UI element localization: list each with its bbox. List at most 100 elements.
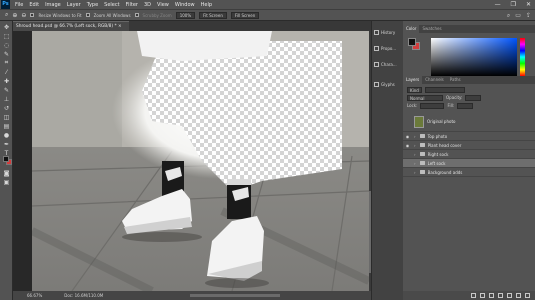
layers-tabs: Layers Channels Paths xyxy=(403,76,535,84)
tab-color[interactable]: Color xyxy=(403,25,420,33)
delete-layer-icon[interactable] xyxy=(525,293,530,298)
zoom-in-icon[interactable]: ⊕ xyxy=(12,12,17,19)
color-picker-field[interactable] xyxy=(431,38,517,76)
tab-channels[interactable]: Channels xyxy=(422,76,447,84)
layer-thumbnail xyxy=(414,115,424,128)
zoom-all-checkbox[interactable] xyxy=(85,13,90,17)
layer-name: Top photo xyxy=(427,133,448,139)
dock-properties[interactable]: Propo... xyxy=(374,41,402,55)
menu-item[interactable]: Filter xyxy=(126,2,138,8)
menu-item[interactable]: View xyxy=(157,2,169,8)
share-icon[interactable]: ⇪ xyxy=(526,12,531,20)
kind-filter-select[interactable]: Kind xyxy=(407,87,422,93)
color-panel-foreground[interactable] xyxy=(408,38,416,46)
layer-filter-icons[interactable] xyxy=(424,87,465,93)
tab-paths[interactable]: Paths xyxy=(447,76,464,84)
layers-footer xyxy=(403,291,535,300)
status-zoom[interactable]: 66.67% xyxy=(27,293,42,298)
new-layer-icon[interactable] xyxy=(516,293,521,298)
dodge-tool-icon[interactable]: ● xyxy=(2,131,11,139)
layer-row[interactable]: ◉ › Top photo xyxy=(403,132,535,141)
new-group-icon[interactable] xyxy=(507,293,512,298)
eyedropper-tool-icon[interactable]: ⁄ xyxy=(2,68,11,76)
resize-windows-label: Resize Windows to Fit xyxy=(38,12,82,18)
expand-caret-icon[interactable]: › xyxy=(414,152,416,157)
lock-label: Lock: xyxy=(407,103,418,108)
menu-item[interactable]: Edit xyxy=(29,2,39,8)
fill-screen-button[interactable]: Fill Screen xyxy=(230,11,260,19)
lasso-tool-icon[interactable]: ◌ xyxy=(2,41,11,49)
menu-item[interactable]: Window xyxy=(175,2,195,8)
opacity-field[interactable] xyxy=(465,95,482,101)
clone-stamp-tool-icon[interactable]: ⊥ xyxy=(2,95,11,103)
foreground-color-swatch[interactable] xyxy=(3,156,9,162)
minimize-button[interactable]: — xyxy=(495,1,501,8)
screen-mode-icon[interactable]: ▣ xyxy=(2,178,11,186)
layer-name: Background adds xyxy=(427,169,463,175)
layer-row[interactable]: ◉ › Plant head cover xyxy=(403,141,535,150)
tab-swatches[interactable]: Swatches xyxy=(419,25,444,33)
add-mask-icon[interactable] xyxy=(489,293,494,298)
dock-glyphs[interactable]: Glyphs xyxy=(374,77,402,91)
blend-mode-select[interactable]: Normal xyxy=(407,95,443,101)
zoom-100-button[interactable]: 100% xyxy=(175,11,196,19)
layer-name: Right sock xyxy=(427,151,449,157)
document-tab[interactable]: Shroud head.psd @ 66.7% (Left sock, RGB/… xyxy=(13,21,129,31)
move-tool-icon[interactable]: ✥ xyxy=(2,23,11,31)
menu-item[interactable]: 3D xyxy=(144,2,151,8)
visibility-eye-icon[interactable]: ◉ xyxy=(403,134,412,139)
history-icon xyxy=(374,29,379,35)
link-layers-icon[interactable] xyxy=(471,293,476,298)
layer-row[interactable]: › Background adds xyxy=(403,168,535,177)
layer-row[interactable]: › Right sock xyxy=(403,150,535,159)
horizontal-scroll-thumb[interactable] xyxy=(190,294,280,297)
dock-character[interactable]: Chara... xyxy=(374,57,402,71)
marquee-tool-icon[interactable]: ⬚ xyxy=(2,32,11,40)
menu-item[interactable]: Help xyxy=(201,2,212,8)
scrubby-zoom-checkbox[interactable] xyxy=(134,13,139,17)
visibility-eye-icon[interactable]: ◉ xyxy=(403,143,412,148)
pen-tool-icon[interactable]: ✒ xyxy=(2,140,11,148)
healing-tool-icon[interactable]: ✚ xyxy=(2,77,11,85)
hue-slider[interactable] xyxy=(520,38,525,76)
gradient-tool-icon[interactable]: ▤ xyxy=(2,122,11,130)
expand-caret-icon[interactable]: › xyxy=(414,170,416,175)
layer-name: Plant head cover xyxy=(427,142,462,148)
maximize-button[interactable]: ❐ xyxy=(511,1,516,8)
layer-row[interactable]: Original photo xyxy=(403,112,535,132)
menu-item[interactable]: Image xyxy=(45,2,61,8)
resize-windows-checkbox[interactable] xyxy=(30,13,35,17)
crop-tool-icon[interactable]: ⌗ xyxy=(2,59,11,67)
tab-layers[interactable]: Layers xyxy=(403,76,423,84)
search-icon[interactable]: ⌕ xyxy=(507,12,510,20)
close-button[interactable]: ✕ xyxy=(526,1,531,8)
menu-item[interactable]: Type xyxy=(87,2,98,8)
menu-item[interactable]: Select xyxy=(104,2,119,8)
zoom-out-icon[interactable]: ⊖ xyxy=(21,12,26,19)
tools-panel: ✥ ⬚ ◌ ✎ ⌗ ⁄ ✚ ✎ ⊥ ↺ ◫ ▤ ● ✒ T ◙ ▣ xyxy=(0,21,13,300)
lock-icons[interactable] xyxy=(420,103,445,109)
eraser-tool-icon[interactable]: ◫ xyxy=(2,113,11,121)
expand-caret-icon[interactable]: › xyxy=(414,143,416,148)
expand-caret-icon[interactable]: › xyxy=(414,134,416,139)
expand-caret-icon[interactable]: › xyxy=(414,161,416,166)
quick-select-tool-icon[interactable]: ✎ xyxy=(2,50,11,58)
dock-properties-label: Propo... xyxy=(381,45,397,51)
scrubby-zoom-label: Scrubby Zoom xyxy=(142,12,172,18)
adjustment-layer-icon[interactable] xyxy=(498,293,503,298)
brush-tool-icon[interactable]: ✎ xyxy=(2,86,11,94)
document-canvas[interactable] xyxy=(32,31,369,291)
layer-row[interactable]: › Left sock xyxy=(403,159,535,168)
fill-field[interactable] xyxy=(457,103,474,109)
pasteboard xyxy=(13,31,32,291)
menu-item[interactable]: File xyxy=(15,2,23,8)
zoom-tool-icon[interactable]: ⌕ xyxy=(5,11,8,19)
quick-mask-icon[interactable]: ◙ xyxy=(2,169,11,177)
history-brush-tool-icon[interactable]: ↺ xyxy=(2,104,11,112)
menu-item[interactable]: Layer xyxy=(67,2,81,8)
layer-style-icon[interactable] xyxy=(480,293,485,298)
fill-label: Fill: xyxy=(447,103,455,108)
fit-screen-button[interactable]: Fit Screen xyxy=(199,11,227,19)
dock-history[interactable]: History xyxy=(374,25,402,39)
workspace-icon[interactable]: ▭ xyxy=(515,12,521,20)
